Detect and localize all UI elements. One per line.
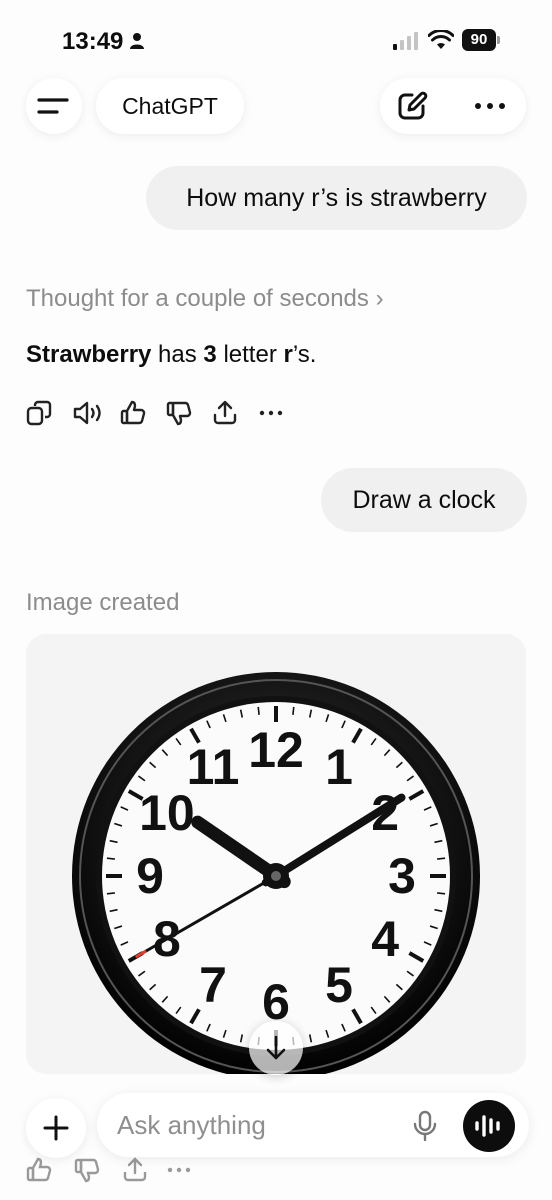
answer-letter: r	[283, 341, 293, 368]
mic-icon[interactable]	[412, 1110, 438, 1142]
battery-level: 90	[462, 29, 496, 51]
user-message-text: Draw a clock	[352, 485, 496, 514]
menu-button[interactable]	[26, 78, 82, 134]
thought-text: Thought for a couple of seconds	[26, 285, 369, 312]
thumbs-up-icon[interactable]	[26, 1157, 52, 1183]
clock-numeral: 4	[371, 911, 399, 967]
clock-numeral: 1	[325, 739, 353, 795]
user-message: Draw a clock	[321, 468, 527, 532]
voice-mode-button[interactable]	[463, 1100, 515, 1152]
clock-numeral: 5	[325, 957, 353, 1013]
thumbs-up-icon[interactable]	[120, 400, 146, 426]
chevron-right-icon: ›	[375, 285, 384, 312]
user-message: How many r’s is strawberry	[146, 166, 527, 230]
signal-icon	[393, 32, 418, 50]
image-status: Image created	[26, 589, 180, 616]
clock-minute-tick	[257, 706, 260, 715]
plus-icon	[43, 1115, 69, 1141]
clock-numeral: 3	[388, 848, 416, 904]
wifi-icon	[428, 30, 454, 49]
more-actions-icon[interactable]	[258, 400, 284, 426]
answer-letter-text: letter	[216, 341, 284, 368]
message-actions	[26, 400, 286, 426]
new-chat-icon[interactable]	[397, 91, 429, 121]
speaker-icon[interactable]	[72, 400, 104, 426]
answer-suffix: ’s.	[292, 341, 317, 368]
status-bar: 13:49 90	[0, 0, 552, 84]
add-attachment-button[interactable]	[26, 1098, 86, 1158]
message-input[interactable]: Ask anything	[97, 1093, 529, 1157]
voice-mode-icon	[475, 1115, 500, 1137]
clock-minute-tick	[437, 857, 446, 860]
model-selector[interactable]: ChatGPT	[96, 78, 244, 134]
assistant-message: Strawberry has 3 letter r’s.	[26, 341, 316, 369]
clock-numeral: 9	[136, 848, 164, 904]
answer-word: Strawberry	[26, 341, 152, 368]
input-placeholder: Ask anything	[117, 1110, 266, 1140]
arrow-down-icon	[266, 1035, 286, 1060]
app-title: ChatGPT	[122, 92, 218, 119]
clock-numeral: 12	[248, 722, 304, 778]
clock-numeral: 7	[199, 957, 227, 1013]
battery-indicator: 90	[462, 29, 502, 51]
clock-center-pin	[271, 871, 281, 881]
share-icon[interactable]	[212, 400, 238, 426]
thumbs-down-icon[interactable]	[74, 1157, 100, 1183]
more-icon[interactable]	[474, 99, 506, 113]
message-actions-partial	[26, 1157, 196, 1183]
scroll-down-button[interactable]	[249, 1021, 303, 1075]
clock-minute-tick	[437, 892, 446, 895]
thumbs-down-icon[interactable]	[166, 400, 192, 426]
thought-summary[interactable]: Thought for a couple of seconds ›	[26, 285, 384, 313]
person-icon	[130, 33, 144, 49]
more-actions-icon[interactable]	[166, 1157, 192, 1183]
answer-count: 3	[203, 341, 217, 368]
answer-has: has	[151, 341, 204, 368]
header-actions	[380, 78, 526, 134]
clock-image: 121234567891011	[72, 672, 480, 1074]
status-time: 13:49	[62, 28, 124, 55]
copy-icon[interactable]	[26, 400, 52, 426]
clock-minute-tick	[106, 857, 115, 860]
menu-icon	[37, 98, 69, 114]
clock-numeral: 11	[187, 739, 240, 795]
user-message-text: How many r’s is strawberry	[186, 183, 487, 212]
clock-minute-tick	[292, 706, 295, 715]
generated-image[interactable]: 121234567891011	[26, 634, 526, 1074]
clock-minute-tick	[106, 892, 115, 895]
share-icon[interactable]	[122, 1157, 148, 1183]
battery-tip	[497, 36, 500, 44]
